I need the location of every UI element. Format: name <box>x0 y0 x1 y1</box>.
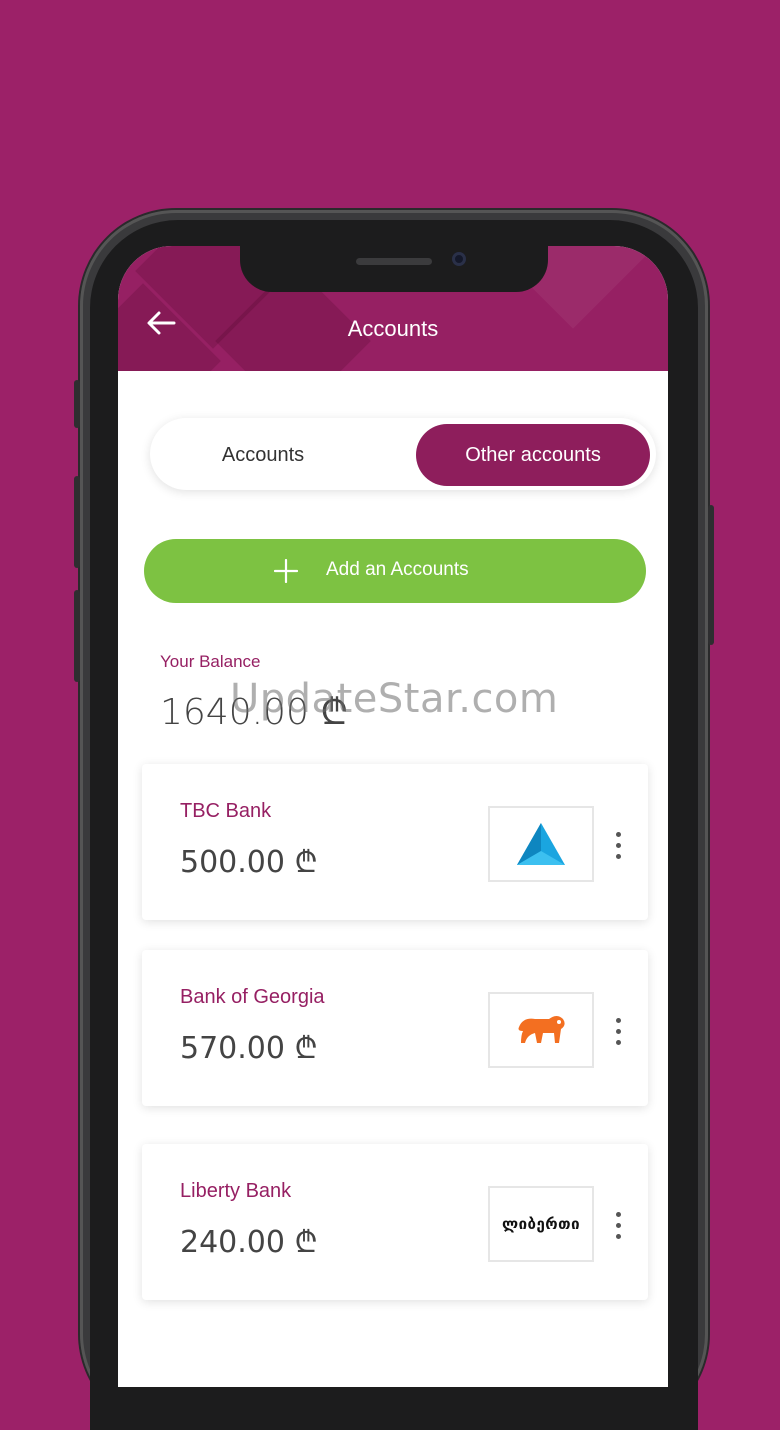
tab-accounts[interactable]: Accounts <box>158 424 368 486</box>
phone-notch <box>240 246 548 292</box>
volume-down-button <box>74 590 80 682</box>
add-account-button[interactable]: Add an Accounts <box>144 539 646 603</box>
power-button <box>708 505 714 645</box>
more-options-icon[interactable] <box>608 830 628 862</box>
bank-amount: 500.00 ₾ <box>180 845 318 880</box>
app-screen: Accounts Accounts Other accounts Add an … <box>118 246 668 1387</box>
bank-logo-box <box>488 992 594 1068</box>
more-options-icon[interactable] <box>608 1016 628 1048</box>
page-title: Accounts <box>347 316 439 341</box>
speaker-grille <box>356 258 432 265</box>
tbc-triangle-logo-icon <box>517 823 565 865</box>
account-card-tbc[interactable]: TBC Bank 500.00 ₾ <box>142 764 648 920</box>
bank-logo-box: ლიბერთი <box>488 1186 594 1262</box>
account-card-bog[interactable]: Bank of Georgia 570.00 ₾ <box>142 950 648 1106</box>
account-card-liberty[interactable]: Liberty Bank 240.00 ₾ ლიბერთი <box>142 1144 648 1300</box>
lion-logo-icon <box>518 1016 565 1043</box>
liberty-logo: ლიბერთი <box>501 1215 581 1233</box>
watermark: UpdateStar.com <box>230 676 559 722</box>
bank-name: Liberty Bank <box>180 1180 292 1202</box>
front-camera-icon <box>452 252 466 266</box>
add-account-label: Add an Accounts <box>326 559 469 580</box>
bank-name: TBC Bank <box>180 800 272 822</box>
balance-label: Your Balance <box>160 652 261 671</box>
bank-amount: 240.00 ₾ <box>180 1225 318 1260</box>
bank-logo-box <box>488 806 594 882</box>
volume-up-button <box>74 476 80 568</box>
account-type-toggle: Accounts Other accounts <box>150 418 656 490</box>
bank-amount: 570.00 ₾ <box>180 1031 318 1066</box>
mute-switch <box>74 380 80 428</box>
tab-other-accounts[interactable]: Other accounts <box>416 424 650 486</box>
plus-icon <box>274 559 298 583</box>
more-options-icon[interactable] <box>608 1210 628 1242</box>
bank-name: Bank of Georgia <box>180 986 325 1008</box>
